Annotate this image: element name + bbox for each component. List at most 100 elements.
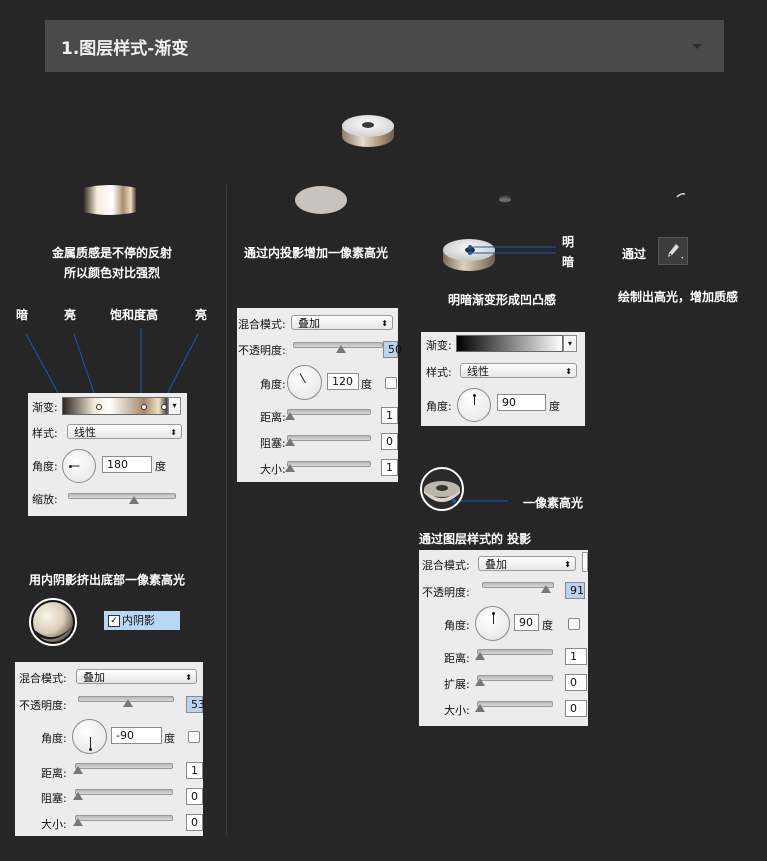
slider-thumb[interactable]	[73, 818, 83, 826]
global-light-checkbox[interactable]	[385, 377, 397, 389]
blend-label: 混合模式:	[238, 318, 286, 331]
choke-slider[interactable]	[287, 435, 371, 441]
size-input[interactable]: 0	[565, 700, 587, 717]
blend-select[interactable]: 叠加 ⬍	[478, 556, 576, 571]
angle-dial[interactable]	[287, 365, 322, 400]
size-input[interactable]: 1	[381, 459, 398, 476]
blend-select[interactable]: 叠加 ⬍	[76, 669, 197, 684]
angle-dial[interactable]	[475, 606, 510, 641]
blend-label: 混合模式:	[19, 672, 67, 685]
angle-dial[interactable]	[72, 719, 107, 754]
choke-input[interactable]: 0	[381, 433, 398, 450]
choke-input[interactable]: 0	[186, 788, 203, 805]
distance-label: 距离:	[260, 411, 286, 424]
angle-input[interactable]: 120	[327, 373, 359, 390]
blend-select-value: 叠加	[485, 558, 507, 571]
angle-input[interactable]: -90	[111, 727, 162, 744]
gradient-label: 渐变:	[426, 339, 452, 352]
blend-select[interactable]: 叠加 ⬍	[291, 315, 393, 330]
slider-thumb[interactable]	[73, 766, 83, 774]
size-label: 大小:	[444, 704, 470, 717]
slider-thumb[interactable]	[475, 704, 485, 712]
caption-inner-shadow: 用内阴影挤出底部一像素高光	[29, 573, 186, 587]
angle-dot	[473, 394, 476, 397]
angle-label: 角度:	[444, 619, 470, 632]
size-label: 大小:	[41, 818, 67, 831]
choke-label: 阻塞:	[41, 792, 67, 805]
slider-thumb[interactable]	[285, 464, 295, 472]
size-slider[interactable]	[477, 701, 553, 707]
caption-drop-shadow: 通过图层样式的 投影	[419, 532, 532, 546]
angle-dot	[492, 612, 495, 615]
degree-label: 度	[155, 460, 166, 473]
gradient-stop[interactable]	[161, 404, 167, 410]
distance-label: 距离:	[41, 767, 67, 780]
gradient-swatch[interactable]	[62, 397, 168, 415]
gradient-panel-2: 渐变: ▾ 样式: 线性 ⬍ 角度: 90 度	[421, 332, 585, 426]
drop-shadow-panel: 混合模式: 叠加 ⬍ 不透明度: 91 角度: 90 度 距离: 1 扩展: 0 …	[419, 550, 588, 726]
style-select[interactable]: 线性 ⬍	[67, 424, 182, 439]
opacity-input[interactable]: 50	[383, 341, 402, 358]
angle-input[interactable]: 90	[497, 394, 546, 411]
gradient-stop[interactable]	[141, 404, 147, 410]
chevron-down-icon[interactable]: ▾	[563, 335, 577, 352]
gradient-stop[interactable]	[96, 404, 102, 410]
distance-input[interactable]: 1	[186, 762, 203, 779]
slider-thumb[interactable]	[285, 438, 295, 446]
size-label: 大小:	[260, 463, 286, 476]
gradient-swatch[interactable]	[456, 335, 563, 352]
slider-thumb[interactable]	[123, 699, 133, 707]
inner-shadow-label: 内阴影	[122, 614, 155, 627]
color-swatch[interactable]	[582, 552, 588, 572]
slider-thumb[interactable]	[73, 792, 83, 800]
chevron-down-icon[interactable]: ▾	[168, 397, 181, 415]
angle-dial[interactable]	[62, 449, 96, 483]
angle-input[interactable]: 180	[102, 456, 152, 473]
choke-slider[interactable]	[75, 789, 173, 795]
size-slider[interactable]	[287, 461, 371, 467]
distance-input[interactable]: 1	[565, 648, 587, 665]
distance-slider[interactable]	[477, 649, 553, 655]
slider-thumb[interactable]	[475, 652, 485, 660]
slider-thumb[interactable]	[129, 496, 139, 504]
caption-one-px: 一像素高光	[523, 496, 584, 510]
angle-dot	[69, 465, 72, 468]
spread-slider[interactable]	[477, 675, 553, 681]
blend-label: 混合模式:	[422, 559, 470, 572]
distance-slider[interactable]	[287, 409, 371, 415]
style-label: 样式:	[426, 366, 452, 379]
distance-slider[interactable]	[75, 763, 173, 769]
degree-label: 度	[361, 378, 372, 391]
slider-thumb[interactable]	[541, 585, 551, 593]
style-select[interactable]: 线性 ⬍	[460, 363, 577, 378]
global-light-checkbox[interactable]	[568, 618, 580, 630]
inner-shadow-checkbox-row[interactable]: ✓ 内阴影	[104, 611, 180, 630]
opacity-input[interactable]: 91	[565, 582, 585, 599]
slider-thumb[interactable]	[336, 345, 346, 353]
opacity-input[interactable]: 53	[186, 696, 205, 713]
opacity-label: 不透明度:	[422, 586, 470, 599]
angle-label: 角度:	[426, 400, 452, 413]
spread-input[interactable]: 0	[565, 674, 587, 691]
blend-select-value: 叠加	[298, 317, 320, 330]
choke-label: 阻塞:	[260, 437, 286, 450]
slider-thumb[interactable]	[475, 678, 485, 686]
distance-label: 距离:	[444, 652, 470, 665]
scale-slider[interactable]	[68, 493, 176, 499]
angle-dial[interactable]	[457, 388, 491, 422]
opacity-label: 不透明度:	[19, 699, 67, 712]
angle-input[interactable]: 90	[514, 614, 539, 631]
global-light-checkbox[interactable]	[188, 731, 200, 743]
opacity-label: 不透明度:	[238, 344, 286, 357]
blend-select-value: 叠加	[83, 671, 105, 684]
gradient-panel: 渐变: ▾ 样式: 线性 ⬍ 角度: 180 度 缩放:	[28, 393, 187, 516]
size-slider[interactable]	[75, 815, 173, 821]
distance-input[interactable]: 1	[381, 407, 398, 424]
angle-dot	[89, 748, 92, 751]
degree-label: 度	[542, 619, 553, 632]
angle-label: 角度:	[260, 378, 286, 391]
size-input[interactable]: 0	[186, 814, 203, 831]
checkbox-checked-icon[interactable]: ✓	[108, 615, 120, 627]
one-px-highlight-circle	[420, 467, 464, 511]
slider-thumb[interactable]	[285, 412, 295, 420]
